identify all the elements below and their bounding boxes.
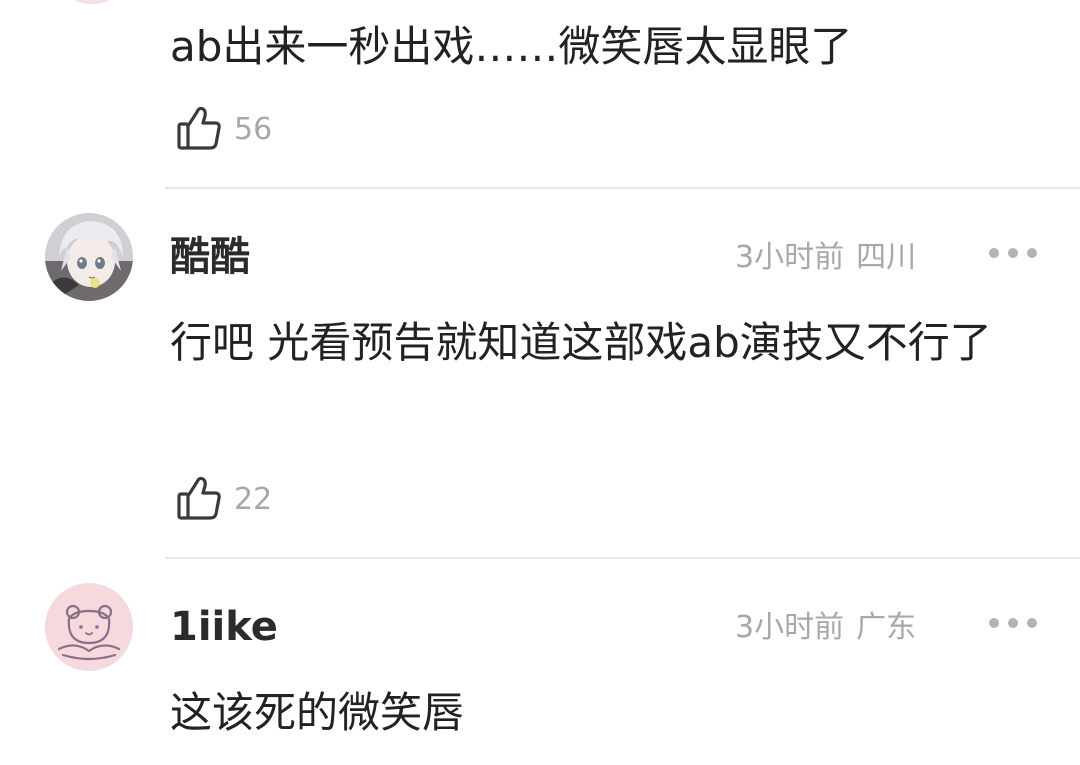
- comment-meta: 3小时前 四川: [735, 238, 916, 278]
- comment-time: 3小时前: [735, 610, 845, 645]
- bear-avatar-icon[interactable]: [45, 583, 133, 671]
- comment-time: 3小时前: [735, 240, 845, 275]
- comment-text: 行吧 光看预告就知道这部戏ab演技又不行了: [170, 318, 992, 367]
- username[interactable]: 1iike: [170, 603, 278, 651]
- thumbs-up-icon: [176, 474, 222, 526]
- username[interactable]: 酷酷: [170, 233, 250, 281]
- comment-location: 广东: [856, 610, 917, 645]
- like-count: 56: [234, 112, 273, 147]
- comment-text: 这该死的微笑唇: [170, 688, 465, 737]
- more-button[interactable]: [989, 241, 1037, 265]
- comment-meta: 3小时前 广东: [735, 608, 916, 648]
- comment-location: 四川: [856, 240, 917, 275]
- like-button[interactable]: 22: [176, 474, 272, 526]
- like-button[interactable]: 56: [176, 104, 272, 156]
- comment-text: ab出来一秒出戏……微笑唇太显眼了: [170, 22, 853, 71]
- like-count: 22: [234, 482, 273, 517]
- thumbs-up-icon: [176, 104, 222, 156]
- more-dots-icon: [989, 248, 999, 258]
- avatar[interactable]: [48, 0, 136, 4]
- more-button[interactable]: [989, 611, 1037, 635]
- anime-avatar-icon[interactable]: [45, 213, 133, 301]
- divider: [165, 557, 1080, 559]
- divider: [165, 187, 1080, 189]
- more-dots-icon: [989, 618, 999, 628]
